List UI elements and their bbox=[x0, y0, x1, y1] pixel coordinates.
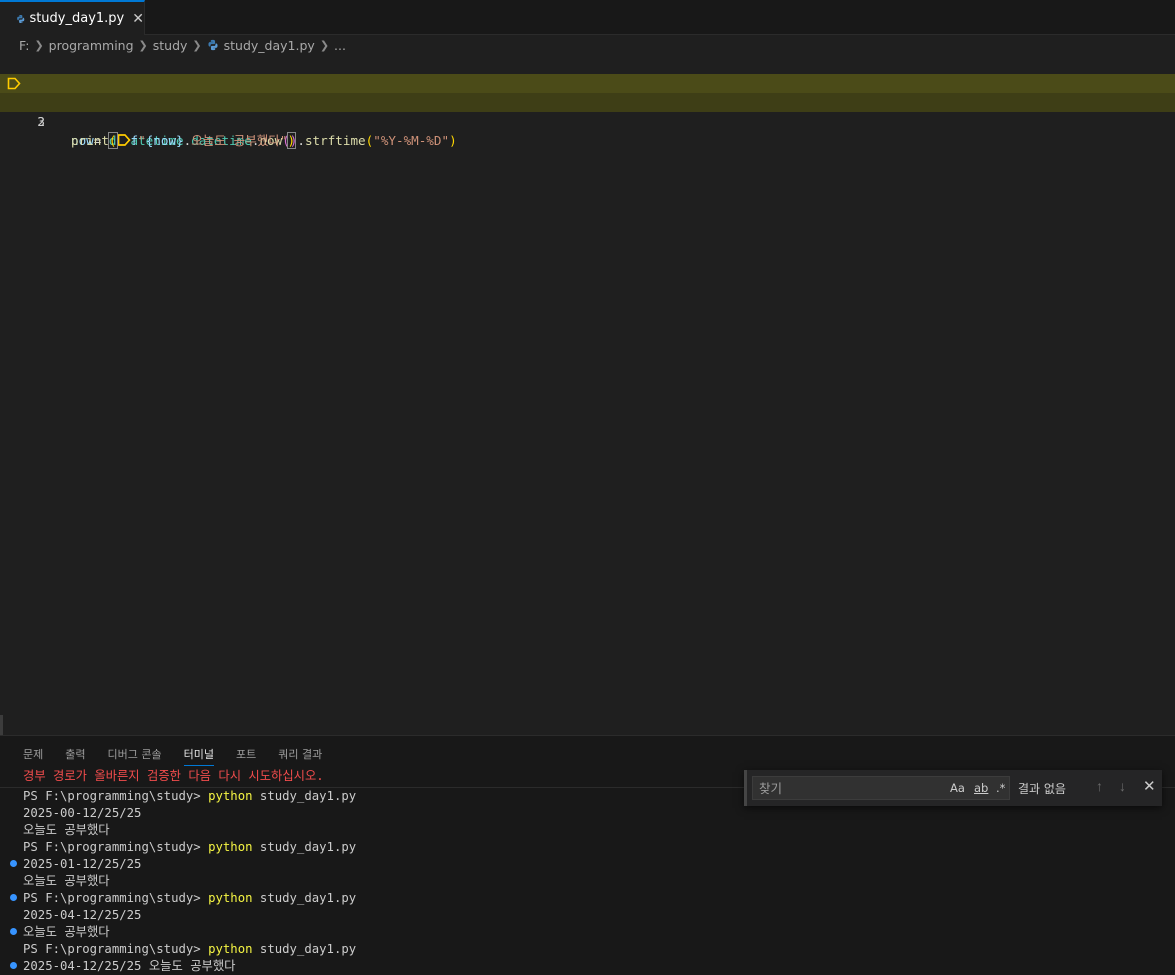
find-widget: Aa ab .* 결과 없음 ↑ ↓ ✕ bbox=[744, 770, 1162, 806]
tab-terminal[interactable]: 터미널 bbox=[183, 746, 214, 766]
command-arg: study_day1.py bbox=[252, 891, 357, 905]
breakpoint-arrow-icon[interactable] bbox=[7, 77, 21, 90]
chevron-right-icon: ❯ bbox=[34, 38, 44, 52]
variable-now: now bbox=[153, 133, 177, 148]
find-result-count: 결과 없음 bbox=[1018, 782, 1066, 796]
breadcrumb-file[interactable]: study_day1.py bbox=[224, 38, 315, 53]
command-status-dot[interactable] bbox=[10, 928, 17, 935]
command-status-dot[interactable] bbox=[10, 962, 17, 969]
code-line-2[interactable]: 2 now= d atetime.datetime.now().strftime(… bbox=[0, 74, 1175, 148]
chevron-right-icon: ❯ bbox=[319, 38, 330, 52]
prompt: PS F:\programming\study> bbox=[23, 942, 209, 956]
brace-close: } bbox=[176, 133, 184, 148]
terminal-prompt-line: PS F:\programming\study> python study_da… bbox=[23, 941, 356, 958]
close-icon[interactable]: ✕ bbox=[1143, 777, 1156, 795]
prompt: PS F:\programming\study> bbox=[23, 840, 209, 854]
command-arg: study_day1.py bbox=[252, 789, 357, 803]
line-number: 3 bbox=[37, 114, 45, 129]
code-editor[interactable]: 1 import datetime 2 now= datetime.dateti… bbox=[0, 55, 1175, 739]
inline-breakpoint-icon[interactable] bbox=[117, 134, 131, 146]
dot: . bbox=[297, 133, 305, 148]
terminal-prompt-line: PS F:\programming\study> python study_da… bbox=[23, 839, 356, 856]
terminal-output-line: 2025-01-12/25/25 bbox=[23, 857, 142, 871]
python-file-icon bbox=[208, 39, 218, 51]
tab-query-results[interactable]: 쿼리 결과 bbox=[278, 746, 322, 766]
command-arg: study_day1.py bbox=[252, 840, 357, 854]
chevron-right-icon: ❯ bbox=[138, 38, 148, 52]
prompt: PS F:\programming\study> bbox=[23, 789, 209, 803]
prompt: PS F:\programming\study> bbox=[23, 891, 209, 905]
chevron-right-icon: ❯ bbox=[192, 38, 202, 52]
arrow-down-icon[interactable]: ↓ bbox=[1119, 778, 1126, 794]
python-file-icon bbox=[17, 14, 25, 23]
tab-problems[interactable]: 문제 bbox=[23, 746, 43, 766]
terminal-output-line: 2025-04-12/25/25 bbox=[23, 908, 142, 922]
arrow-up-icon[interactable]: ↑ bbox=[1096, 778, 1103, 794]
editor-tab-bar: study_day1.py ✕ bbox=[0, 0, 1175, 35]
breadcrumb: F: ❯ programming ❯ study ❯ study_day1.py… bbox=[0, 35, 1175, 55]
tab-debug-console[interactable]: 디버그 콘솔 bbox=[108, 746, 162, 766]
breadcrumb-study[interactable]: study bbox=[153, 38, 188, 53]
code-line-3[interactable]: 3 print(f"{now} 오늘도 공부했다") bbox=[0, 93, 1175, 149]
terminal-output-line: 오늘도 공부했다 bbox=[23, 925, 110, 939]
command-arg: study_day1.py bbox=[252, 942, 357, 956]
code-line-1[interactable]: 1 import datetime bbox=[0, 55, 1175, 110]
code-content: print(f"{now} 오늘도 공부했다") bbox=[71, 131, 297, 150]
command-status-dot[interactable] bbox=[10, 894, 17, 901]
terminal-output-line: 오늘도 공부했다 bbox=[23, 874, 110, 888]
panel-tabs: 문제 출력 디버그 콘솔 터미널 포트 쿼리 결과 bbox=[23, 746, 344, 766]
whole-word-toggle[interactable]: ab bbox=[974, 781, 988, 795]
string-literal: 오늘도 공부했다" bbox=[183, 133, 288, 148]
command-status-dot[interactable] bbox=[10, 860, 17, 867]
breadcrumb-programming[interactable]: programming bbox=[49, 38, 134, 53]
regex-toggle[interactable]: .* bbox=[996, 781, 1005, 795]
breadcrumb-drive[interactable]: F: bbox=[19, 38, 29, 53]
terminal-output-line: 2025-00-12/25/25 bbox=[23, 806, 142, 820]
terminal-output-line: 오늘도 공부했다 bbox=[23, 823, 110, 837]
function-print: print bbox=[71, 133, 109, 148]
paren-close: ) bbox=[449, 133, 457, 148]
breadcrumb-more[interactable]: ... bbox=[334, 38, 346, 53]
function-strftime: strftime bbox=[304, 133, 366, 148]
command: python bbox=[208, 891, 253, 905]
tab-ports[interactable]: 포트 bbox=[236, 746, 256, 766]
terminal-prompt-line: PS F:\programming\study> python study_da… bbox=[23, 788, 356, 805]
find-input-box: Aa ab .* bbox=[752, 776, 1010, 800]
fstring-prefix: f bbox=[130, 133, 139, 148]
close-icon[interactable]: ✕ bbox=[132, 10, 144, 27]
match-case-toggle[interactable]: Aa bbox=[950, 781, 965, 795]
tab-label: study_day1.py bbox=[29, 11, 125, 26]
command: python bbox=[208, 840, 253, 854]
find-input[interactable] bbox=[753, 777, 933, 799]
terminal-prompt-line: PS F:\programming\study> python study_da… bbox=[23, 890, 356, 907]
string-literal: "%Y-%M-%D" bbox=[373, 133, 450, 148]
string-quote: " bbox=[138, 133, 146, 148]
command: python bbox=[208, 942, 253, 956]
command: python bbox=[208, 789, 253, 803]
paren-close: ) bbox=[286, 132, 297, 149]
paren-open: ( bbox=[107, 132, 118, 149]
terminal-output-line: 2025-04-12/25/25 오늘도 공부했다 bbox=[23, 959, 236, 973]
tab-study-day1[interactable]: study_day1.py ✕ bbox=[0, 0, 145, 35]
tab-output[interactable]: 출력 bbox=[65, 746, 85, 766]
terminal-error-line: 경부 경로가 올바른지 검증한 다음 다시 시도하십시오. bbox=[23, 769, 324, 783]
